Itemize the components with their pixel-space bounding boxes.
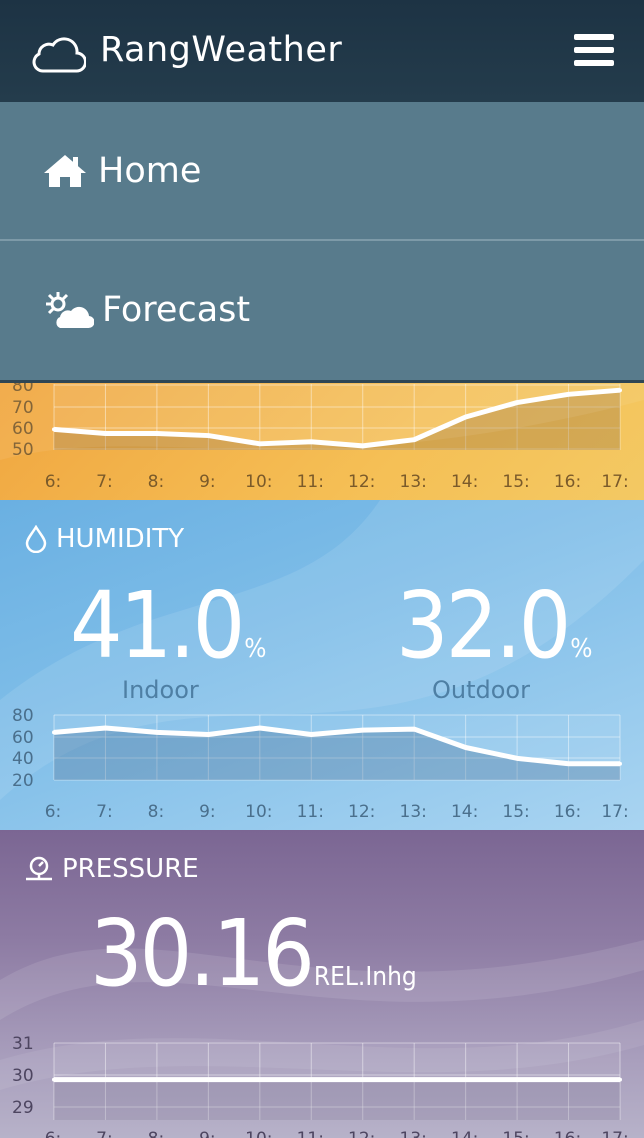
data-point [566,761,571,766]
x-tick-label: 15: [502,1129,529,1138]
x-tick-label: 17: [601,1129,628,1138]
data-point [566,1077,571,1082]
menu-bar [574,47,614,53]
background-swoosh [0,380,644,460]
x-tick-label: 9: [199,1129,216,1138]
x-tick-label: 15: [502,802,529,822]
x-tick-label: 17: [601,802,628,822]
y-tick-label: 29 [12,1098,34,1118]
data-point [52,730,56,735]
x-tick-label: 9: [199,802,216,822]
menu-bar [574,60,614,66]
data-point [154,730,159,735]
y-tick-label: 31 [12,1034,34,1054]
data-point [309,1077,314,1082]
x-tick-label: 10: [245,1129,272,1138]
cloud-logo-icon [32,37,86,73]
x-tick-label: 16: [554,1129,581,1138]
pressure-panel: PRESSURE 30.16REL.Inhg 3130296:7:8:9:10:… [0,830,644,1138]
y-tick-label: 20 [12,771,34,791]
nav-item-label: Forecast [102,289,251,330]
nav-item-label: Home [98,150,202,191]
data-point [463,1077,468,1082]
nav-menu: Home Forecast [0,102,644,383]
x-tick-label: 11: [297,1129,324,1138]
x-tick-label: 14: [451,802,478,822]
data-point [412,727,417,732]
x-tick-label: 12: [348,1129,375,1138]
humidity-chart: 80604020 6: 7: 8: 9: 10: 11: 12: 13: 14: 15: 16: 17: [12,706,629,822]
nav-item-home[interactable]: Home [0,102,644,241]
pressure-chart: 31 30 29 6: 7: 8: 9: 10: 11: 12: 13: 14: 15: 16: 17: [12,1034,629,1138]
y-tick-label: 80 [12,706,34,726]
data-point [206,732,211,737]
humidity-panel: HUMIDITY 41.0% Indoor 32.0% Outdoor 80 60… [0,500,644,830]
data-point [412,1077,417,1082]
x-tick-label: 11: [297,802,324,822]
data-point [360,1077,365,1082]
x-tick-label: 8: [148,802,165,822]
x-tick-label: 10: [245,802,272,822]
data-point [154,1077,159,1082]
x-tick-label: 13: [400,1129,427,1138]
data-point [360,728,365,733]
data-point [618,761,622,766]
data-point [257,726,262,730]
app-header: RangWeather [0,0,644,102]
x-tick-label: 12: [348,802,375,822]
data-point [52,1077,56,1082]
temperature-panel: 807060506:7:8:9:10:11:12:13:14:15:16:17: [0,380,644,500]
data-point [103,726,108,730]
data-point [257,1077,262,1082]
x-tick-label: 14: [451,1129,478,1138]
series-area [54,1079,620,1120]
x-tick-label: 6: [45,1129,62,1138]
x-tick-label: 7: [96,1129,113,1138]
data-point [618,1077,622,1082]
app-title: RangWeather [100,30,343,70]
hamburger-menu-button[interactable] [574,34,614,68]
menu-bar [574,34,614,40]
data-point [515,1077,520,1082]
data-point [463,745,468,750]
x-tick-label: 13: [400,802,427,822]
x-tick-label: 7: [96,802,113,822]
data-point [309,732,314,737]
y-tick-label: 30 [12,1066,34,1086]
x-tick-label: 16: [554,802,581,822]
partly-cloudy-icon [46,291,94,328]
nav-item-forecast[interactable]: Forecast [0,241,644,378]
data-point [103,1077,108,1082]
x-tick-label: 6: [45,802,62,822]
x-tick-label: 8: [148,1129,165,1138]
home-icon [44,154,86,187]
y-tick-label: 40 [12,749,34,769]
data-point [206,1077,211,1082]
y-tick-label: 60 [12,728,34,748]
data-point [515,756,520,761]
